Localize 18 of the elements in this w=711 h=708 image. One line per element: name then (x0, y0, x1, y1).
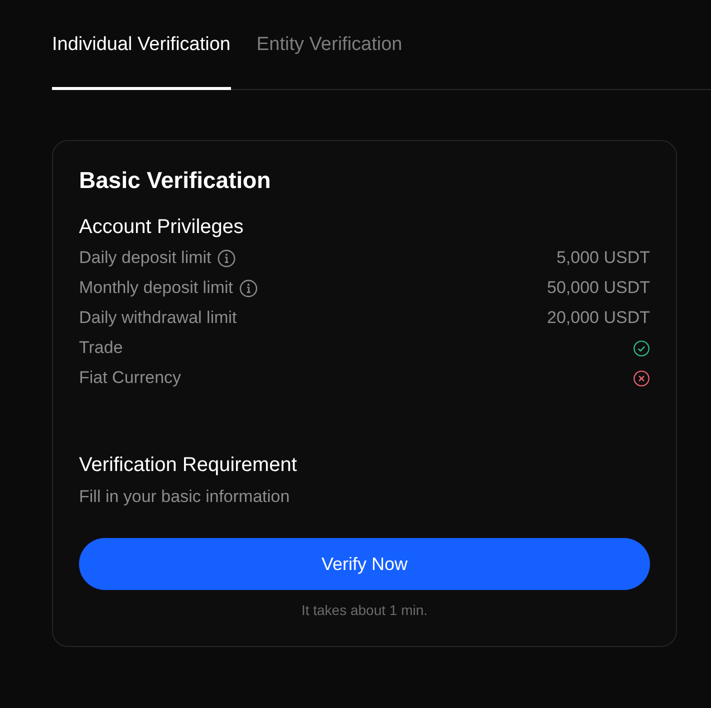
privilege-label: Daily deposit limit (79, 247, 212, 270)
privilege-value: 5,000 USDT (556, 247, 650, 270)
privilege-label: Fiat Currency (79, 367, 182, 390)
requirement-text: Fill in your basic information (79, 486, 291, 508)
tab[interactable]: Individual Verification (52, 30, 230, 90)
tab[interactable]: Entity Verification (256, 30, 402, 90)
privilege-label: Monthly deposit limit (79, 277, 234, 300)
privilege-label: Daily withdrawal limit (79, 307, 237, 330)
card-title: Basic Verification (79, 166, 272, 195)
verify-now-button[interactable]: Verify Now (79, 538, 650, 590)
info-icon (239, 278, 258, 298)
time-note: It takes about 1 min. (301, 601, 428, 620)
privilege-value: 20,000 USDT (547, 307, 650, 330)
privilege-value: 50,000 USDT (547, 277, 650, 300)
section-title: Verification Requirement (79, 453, 298, 478)
section-title: Account Privileges (79, 215, 245, 240)
info-icon (217, 248, 236, 268)
privilege-label: Trade (79, 337, 123, 360)
